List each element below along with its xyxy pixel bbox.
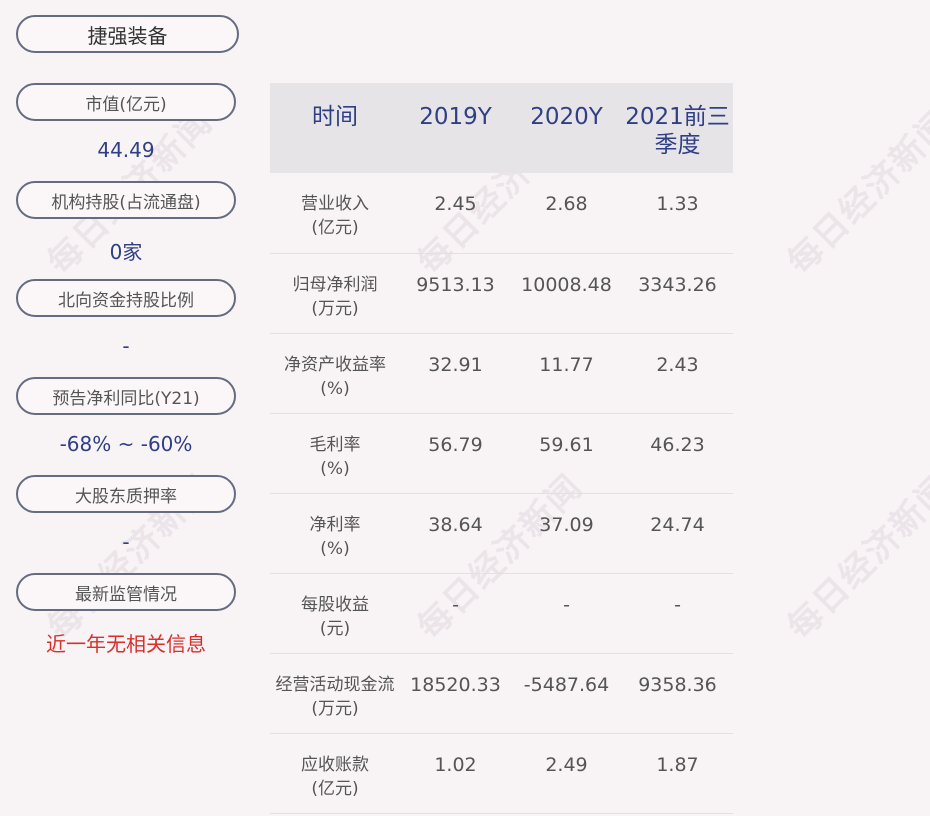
metric-unit: (%) — [320, 458, 350, 479]
watermark: 每日经济新闻 — [779, 466, 930, 648]
metric-unit: (%) — [320, 538, 350, 559]
table-row: 经营活动现金流 (万元) 18520.33 -5487.64 9358.36 — [270, 653, 733, 734]
value-cell: 56.79 — [400, 413, 511, 494]
table-row: 净资产收益率 (%) 32.91 11.77 2.43 — [270, 333, 733, 414]
value-cell: 2.49 — [511, 733, 622, 814]
metric-name: 归母净利润 — [292, 274, 378, 295]
metric-cell: 净利率 (%) — [270, 493, 400, 574]
metric-cell: 净资产收益率 (%) — [270, 333, 400, 414]
table-row: 净利率 (%) 38.64 37.09 24.74 — [270, 493, 733, 574]
pledge-ratio-label: 大股东质押率 — [16, 475, 236, 513]
value-cell: 2.43 — [622, 333, 733, 414]
company-name: 捷强装备 — [16, 15, 239, 53]
value-cell: - — [511, 573, 622, 654]
metric-unit: (万元) — [311, 698, 359, 719]
value-cell: -5487.64 — [511, 653, 622, 734]
value-cell: 37.09 — [511, 493, 622, 574]
value-cell: 46.23 — [622, 413, 733, 494]
pledge-ratio-value: - — [122, 530, 130, 554]
metric-name: 净资产收益率 — [284, 354, 386, 375]
header-2019: 2019Y — [400, 83, 511, 173]
table-row: 应收账款 (亿元) 1.02 2.49 1.87 — [270, 733, 733, 814]
value-cell: 9513.13 — [400, 253, 511, 334]
value-cell: 18520.33 — [400, 653, 511, 734]
metric-name: 应收账款 — [301, 754, 369, 775]
table-row: 毛利率 (%) 56.79 59.61 46.23 — [270, 413, 733, 494]
table-row: 营业收入 (亿元) 2.45 2.68 1.33 — [270, 173, 733, 254]
value-cell: - — [622, 573, 733, 654]
market-cap-label: 市值(亿元) — [16, 83, 236, 121]
value-cell: 1.02 — [400, 733, 511, 814]
table-row: 每股收益 (元) - - - — [270, 573, 733, 654]
institution-holding-value: 0家 — [109, 240, 143, 264]
metric-name: 净利率 — [309, 514, 361, 535]
value-cell: 2.68 — [511, 173, 622, 254]
table-header-row: 时间 2019Y 2020Y 2021前三季度 — [270, 83, 733, 173]
metric-cell: 毛利率 (%) — [270, 413, 400, 494]
metric-name: 毛利率 — [309, 434, 361, 455]
northbound-ratio-value: - — [122, 334, 130, 358]
metric-unit: (亿元) — [311, 218, 359, 238]
market-cap-value: 44.49 — [97, 138, 155, 162]
value-cell: 1.33 — [622, 173, 733, 254]
value-cell: 1.87 — [622, 733, 733, 814]
profit-forecast-value: -68% ~ -60% — [59, 432, 193, 456]
value-cell: 2.45 — [400, 173, 511, 254]
value-cell: - — [400, 573, 511, 654]
watermark: 每日经济新闻 — [779, 101, 930, 283]
metric-name: 营业收入 — [301, 194, 369, 214]
metric-unit: (%) — [320, 378, 350, 399]
metric-cell: 应收账款 (亿元) — [270, 733, 400, 814]
financial-table: 时间 2019Y 2020Y 2021前三季度 营业收入 (亿元) 2.45 2.… — [270, 83, 733, 814]
value-cell: 11.77 — [511, 333, 622, 414]
value-cell: 38.64 — [400, 493, 511, 574]
profit-forecast-label: 预告净利同比(Y21) — [16, 377, 236, 415]
header-2021q3: 2021前三季度 — [622, 83, 733, 173]
value-cell: 59.61 — [511, 413, 622, 494]
metric-name: 每股收益 — [301, 594, 369, 615]
institution-holding-label: 机构持股(占流通盘) — [16, 181, 236, 219]
metric-cell: 营业收入 (亿元) — [270, 173, 400, 254]
metric-unit: (亿元) — [311, 778, 359, 799]
header-time: 时间 — [270, 83, 400, 173]
value-cell: 24.74 — [622, 493, 733, 574]
metric-name: 经营活动现金流 — [275, 674, 395, 695]
value-cell: 9358.36 — [622, 653, 733, 734]
value-cell: 32.91 — [400, 333, 511, 414]
header-2020: 2020Y — [511, 83, 622, 173]
table-row: 归母净利润 (万元) 9513.13 10008.48 3343.26 — [270, 253, 733, 334]
northbound-ratio-label: 北向资金持股比例 — [16, 279, 236, 317]
metric-unit: (万元) — [311, 298, 359, 319]
value-cell: 10008.48 — [511, 253, 622, 334]
metric-unit: (元) — [319, 618, 351, 639]
metric-cell: 归母净利润 (万元) — [270, 253, 400, 334]
regulation-value: 近一年无相关信息 — [46, 632, 206, 656]
metric-cell: 经营活动现金流 (万元) — [270, 653, 400, 734]
regulation-label: 最新监管情况 — [16, 573, 236, 611]
value-cell: 3343.26 — [622, 253, 733, 334]
metric-cell: 每股收益 (元) — [270, 573, 400, 654]
